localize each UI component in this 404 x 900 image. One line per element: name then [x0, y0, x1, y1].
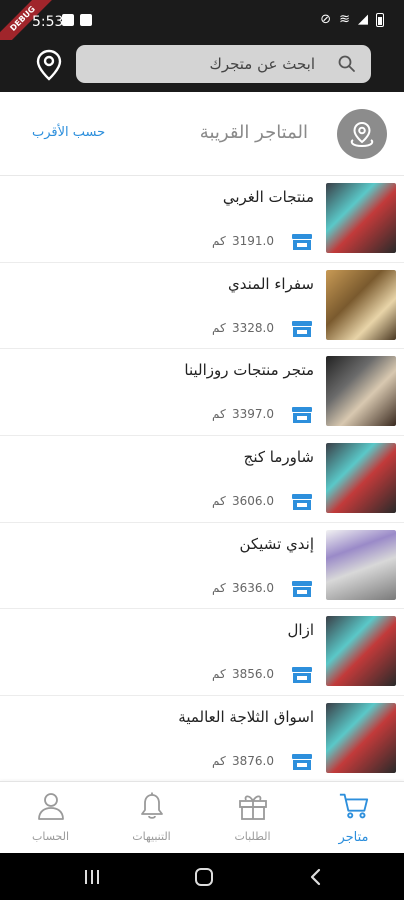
section-title: المتاجر القريبة	[199, 122, 308, 143]
store-name: سفراء المندي	[228, 274, 314, 293]
location-pin-icon	[36, 49, 62, 81]
store-name: متجر منتجات روزالينا	[184, 361, 314, 380]
store-name: اسواق الثلاجة العالمية	[178, 708, 314, 727]
store-image	[326, 443, 396, 514]
store-image	[326, 356, 396, 427]
recent-apps-button[interactable]	[78, 863, 106, 891]
store-name: ازال	[287, 621, 314, 640]
search-input[interactable]: ابحث عن متجرك	[76, 45, 371, 83]
storefront-icon	[292, 754, 312, 771]
store-distance-unit: كم	[212, 494, 226, 509]
mute-icon: ⊘	[320, 12, 332, 27]
store-distance-unit: كم	[212, 667, 226, 682]
store-name: شاورما كنج	[243, 448, 314, 467]
store-name: إندي تشيكن	[239, 534, 314, 553]
status-time: 5:53	[32, 14, 64, 30]
nav-notifications-tab[interactable]: التنبيهات	[101, 782, 202, 854]
store-row[interactable]: متجر منتجات روزالينا 3397.0 كم	[0, 349, 404, 437]
store-distance-unit: كم	[212, 754, 226, 769]
store-row[interactable]: إندي تشيكن 3636.0 كم	[0, 523, 404, 610]
store-row[interactable]: اسواق الثلاجة العالمية 3876.0 كم	[0, 696, 404, 783]
store-row[interactable]: سفراء المندي 3328.0 كم	[0, 263, 404, 350]
system-status-icons: ⊘ ≋ ◢	[320, 13, 384, 27]
storefront-icon	[292, 407, 312, 424]
store-distance-unit: كم	[212, 407, 226, 422]
store-image	[326, 616, 396, 687]
store-distance: 3191.0	[232, 234, 274, 248]
nav-stores-label: متاجر	[338, 830, 369, 845]
bell-icon	[136, 790, 168, 822]
store-image	[326, 183, 396, 253]
system-navigation-bar	[0, 853, 404, 900]
storefront-icon	[292, 667, 312, 684]
store-name: منتجات الغربي	[222, 188, 314, 206]
wifi-icon: ≋	[339, 12, 350, 27]
search-header: ابحث عن متجرك	[0, 40, 404, 92]
store-image	[326, 269, 396, 340]
nav-orders-label: الطلبات	[234, 830, 271, 843]
recent-apps-icon	[85, 870, 99, 884]
store-image	[326, 529, 396, 600]
home-button[interactable]	[190, 863, 218, 891]
location-button[interactable]	[30, 46, 68, 84]
store-distance: 3328.0	[232, 320, 274, 335]
store-list: منتجات الغربي 3191.0 كم سفراء المندي 3328.0 ك…	[0, 176, 404, 783]
signal-icon: ◢	[358, 12, 368, 27]
notification-icons	[62, 14, 92, 26]
nearby-stores-header: المتاجر القريبة حسب الأقرب	[0, 92, 404, 176]
nav-notifications-label: التنبيهات	[132, 830, 171, 843]
store-location-avatar	[337, 109, 387, 159]
cart-icon	[338, 790, 370, 822]
back-chevron-icon	[310, 868, 321, 886]
store-distance: 3636.0	[232, 580, 274, 595]
storefront-icon	[292, 580, 312, 597]
store-distance-unit: كم	[212, 320, 226, 335]
nav-account-label: الحساب	[31, 830, 70, 843]
store-image	[326, 703, 396, 774]
storefront-icon	[292, 494, 312, 511]
search-icon	[338, 55, 355, 72]
sort-by-nearest-link[interactable]: حسب الأقرب	[32, 125, 105, 140]
store-distance: 3397.0	[232, 407, 274, 422]
user-icon	[35, 790, 67, 822]
bottom-navigation: متاجر الطلبات التنبيهات الحساب	[0, 781, 404, 853]
store-row[interactable]: ازال 3856.0 كم	[0, 609, 404, 697]
status-bar: DEBUG 5:53 ⊘ ≋ ◢	[0, 0, 404, 40]
nav-stores-tab[interactable]: متاجر	[303, 782, 404, 854]
battery-icon	[376, 13, 384, 27]
home-icon	[195, 868, 213, 886]
gift-icon	[237, 790, 269, 822]
search-placeholder: ابحث عن متجرك	[209, 55, 315, 73]
back-button[interactable]	[302, 863, 330, 891]
nav-orders-tab[interactable]: الطلبات	[202, 782, 303, 854]
store-distance-unit: كم	[212, 234, 226, 248]
store-distance: 3606.0	[232, 494, 274, 509]
message-icon	[80, 14, 92, 26]
store-distance: 3856.0	[232, 667, 274, 682]
storefront-icon	[292, 234, 312, 250]
nav-account-tab[interactable]: الحساب	[0, 782, 101, 854]
map-pin-icon	[350, 121, 374, 148]
store-distance-unit: كم	[212, 580, 226, 595]
store-distance: 3876.0	[232, 754, 274, 769]
store-row[interactable]: شاورما كنج 3606.0 كم	[0, 436, 404, 523]
storefront-icon	[292, 320, 312, 337]
store-row[interactable]: منتجات الغربي 3191.0 كم	[0, 176, 404, 263]
notification-icon	[62, 14, 74, 26]
